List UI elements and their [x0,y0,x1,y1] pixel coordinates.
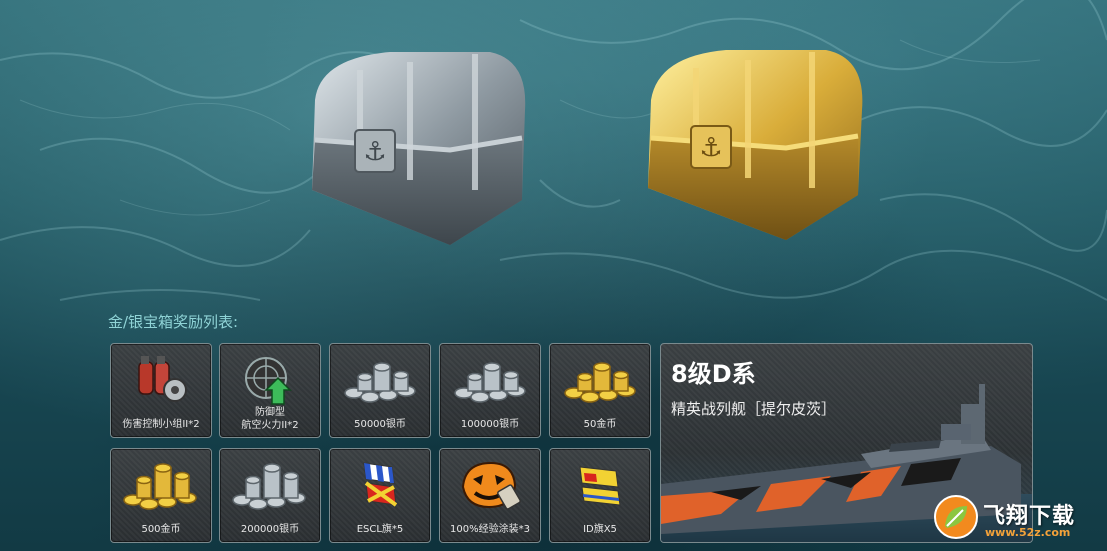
reward-list-label: 金/银宝箱奖励列表: [108,313,239,331]
reward-tile: 500金币 [110,448,212,543]
reward-label: ID旗X5 [583,524,617,535]
ship-subtitle: 精英战列舰［提尔皮茨］ [671,400,837,418]
reward-label: 100%经验涂装*3 [450,524,530,535]
silver-coins-icon [454,362,526,403]
ship-title: 8级D系 [671,360,756,388]
gold-coins-icon [564,362,636,403]
reward-label: 防御型 航空火力II*2 [220,406,320,432]
reward-label: 50金币 [583,419,617,430]
reward-label: ESCL旗*5 [356,524,404,535]
gold-coins-icon [123,463,197,510]
watermark-url: www.52z.com [985,526,1071,539]
svg-text:⚓: ⚓ [699,133,722,163]
reward-tile: ID旗X5 [549,448,651,543]
camouflage-icon [461,461,521,510]
gold-chest-icon: ⚓ [648,50,863,240]
leaf-logo-icon [934,495,978,539]
reward-tile: 防御型 航空火力II*2 [219,343,321,438]
reward-tile: 200000银币 [219,448,321,543]
reward-tile: ESCL旗*5 [329,448,431,543]
damage-control-icon [138,356,187,402]
reward-tile: 100000银币 [439,343,541,438]
reward-label: 100000银币 [460,419,520,430]
site-watermark: 飞翔下载 www.52z.com [933,494,1103,548]
reward-label: 500金币 [141,524,181,535]
reward-label-line2: 航空火力II*2 [241,420,299,431]
reward-label: 50000银币 [354,419,406,430]
id-flag-icon [579,466,621,506]
reward-label: 200000银币 [240,524,300,535]
reward-tile: 伤害控制小组II*2 [110,343,212,438]
reward-tile: 50金币 [549,343,651,438]
escl-flag-icon [363,462,398,507]
aa-defense-icon [245,357,292,405]
silver-coins-icon [232,463,306,510]
svg-text:⚓: ⚓ [363,137,386,167]
reward-label-line1: 防御型 [255,407,285,418]
reward-label: 伤害控制小组II*2 [122,419,200,430]
silver-coins-icon [344,362,416,403]
reward-tile: 50000银币 [329,343,431,438]
reward-tile: 100%经验涂装*3 [439,448,541,543]
silver-chest-icon: ⚓ [312,52,526,245]
